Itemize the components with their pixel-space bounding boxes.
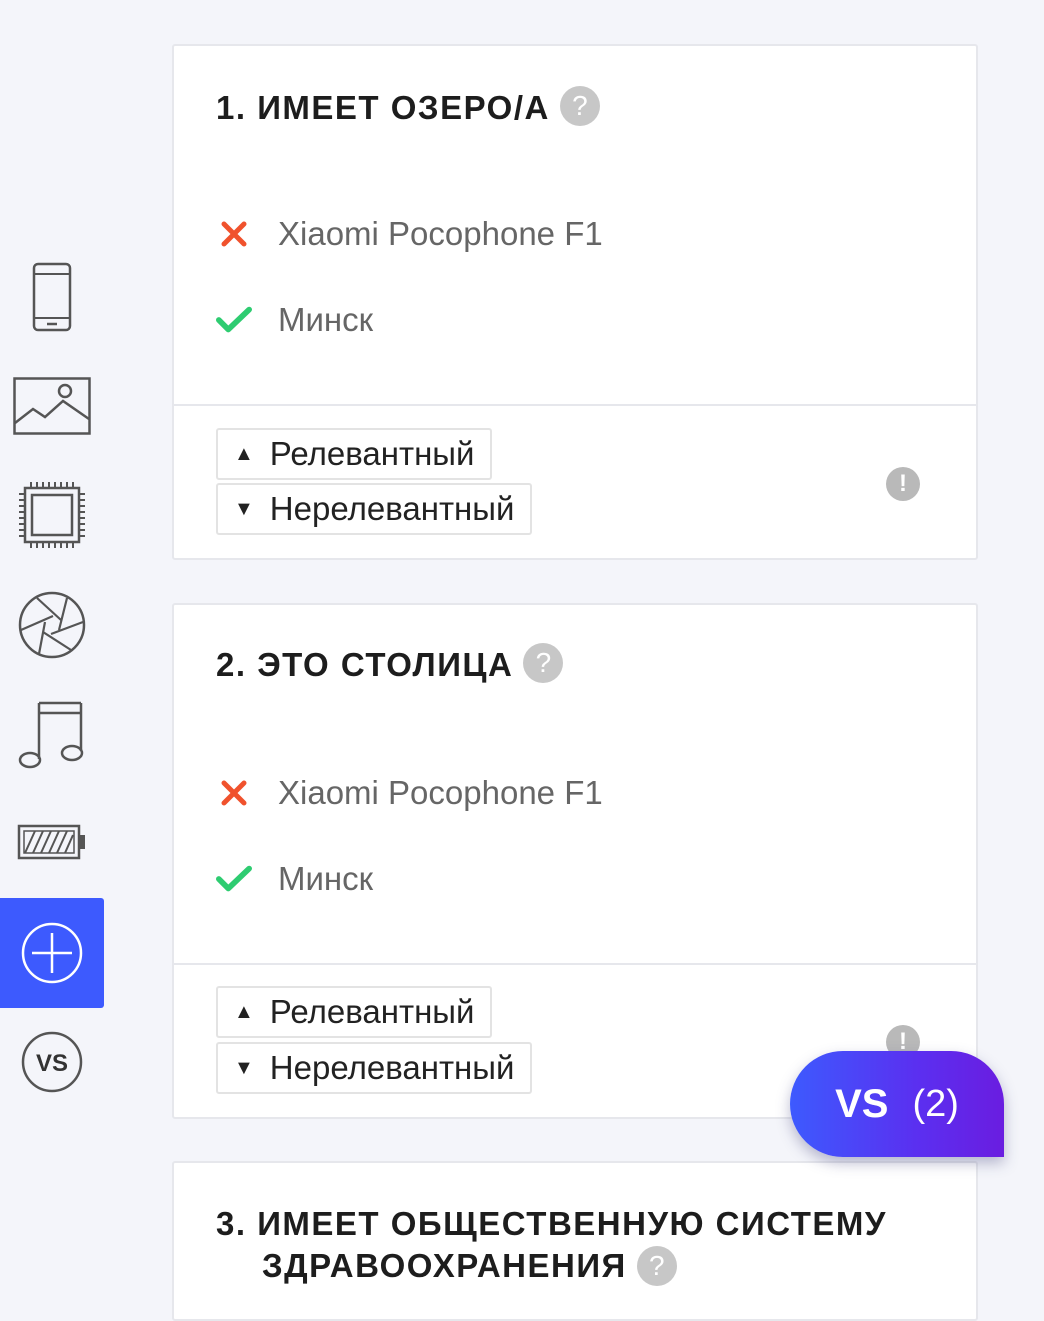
help-icon[interactable]: ?: [636, 1246, 677, 1287]
device-name: Xiaomi Pocophone F1: [278, 215, 603, 252]
comparison-row: Минск: [216, 854, 373, 904]
card-number: 2.: [216, 646, 247, 683]
camera-aperture-icon[interactable]: [0, 590, 104, 660]
check-icon: [216, 861, 252, 897]
sidebar-nav: VS: [0, 0, 104, 1280]
vs-icon[interactable]: VS: [0, 1030, 104, 1094]
card-title-text: ИМЕЕТ ОБЩЕСТВЕННУЮ СИСТЕМУ: [257, 1205, 887, 1242]
card-title-text-line2: ЗДРАВООХРАНЕНИЯ: [262, 1247, 627, 1284]
divider: [174, 963, 976, 965]
card-title: 3. ИМЕЕТ ОБЩЕСТВЕННУЮ СИСТЕМУ ЗДРАВООХРА…: [216, 1203, 887, 1288]
phone-icon[interactable]: [0, 262, 104, 332]
vs-label: VS: [835, 1081, 889, 1126]
triangle-down-icon: ▼: [234, 1056, 254, 1079]
card-title-text: ИМЕЕТ ОЗЕРО/А: [257, 89, 550, 126]
help-icon[interactable]: ?: [559, 86, 600, 127]
check-icon: [216, 302, 252, 338]
comparison-row: Минск: [216, 295, 373, 345]
comparison-row: Xiaomi Pocophone F1: [216, 209, 603, 259]
cross-icon: [216, 775, 252, 811]
relevant-label: Релевантный: [269, 435, 475, 472]
comparison-row: Xiaomi Pocophone F1: [216, 768, 603, 818]
help-icon[interactable]: ?: [523, 643, 564, 684]
image-icon[interactable]: [0, 376, 104, 436]
criterion-card: 2. ЭТО СТОЛИЦА? Xiaomi Pocophone F1 Минс…: [172, 603, 978, 1119]
criterion-card: 1. ИМЕЕТ ОЗЕРО/А? Xiaomi Pocophone F1 Ми…: [172, 44, 978, 560]
music-icon[interactable]: [0, 698, 104, 772]
compare-vs-button[interactable]: VS (2): [790, 1051, 1004, 1157]
irrelevant-button[interactable]: ▼ Нерелевантный: [216, 483, 533, 535]
irrelevant-label: Нерелевантный: [269, 1049, 515, 1086]
city-name: Минск: [278, 301, 374, 338]
card-number: 3.: [216, 1205, 247, 1242]
triangle-down-icon: ▼: [234, 497, 254, 520]
battery-icon[interactable]: [0, 820, 104, 864]
card-number: 1.: [216, 89, 247, 126]
svg-text:VS: VS: [36, 1050, 68, 1077]
vs-count: (2): [912, 1082, 959, 1125]
triangle-up-icon: ▲: [234, 442, 254, 465]
report-icon[interactable]: !: [886, 467, 920, 501]
criterion-card: 3. ИМЕЕТ ОБЩЕСТВЕННУЮ СИСТЕМУ ЗДРАВООХРА…: [172, 1161, 978, 1321]
divider: [174, 404, 976, 406]
city-name: Минск: [278, 860, 374, 897]
relevant-button[interactable]: ▲ Релевантный: [216, 986, 493, 1038]
card-title: 1. ИМЕЕТ ОЗЕРО/А?: [216, 86, 600, 130]
chip-icon[interactable]: [0, 480, 104, 550]
irrelevant-button[interactable]: ▼ Нерелевантный: [216, 1042, 533, 1094]
plus-circle-icon[interactable]: [0, 898, 104, 1008]
triangle-up-icon: ▲: [234, 1000, 254, 1023]
relevant-button[interactable]: ▲ Релевантный: [216, 428, 493, 480]
card-title-text: ЭТО СТОЛИЦА: [257, 646, 514, 683]
irrelevant-label: Нерелевантный: [269, 490, 515, 527]
relevant-label: Релевантный: [269, 993, 475, 1030]
device-name: Xiaomi Pocophone F1: [278, 774, 603, 811]
cross-icon: [216, 216, 252, 252]
card-title: 2. ЭТО СТОЛИЦА?: [216, 643, 564, 687]
